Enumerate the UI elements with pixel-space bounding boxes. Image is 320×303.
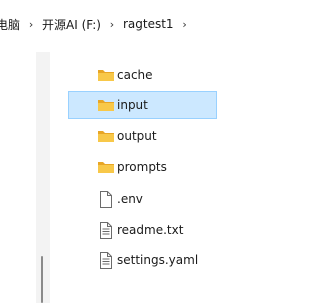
file-name: readme.txt (117, 223, 184, 237)
file-item-env[interactable]: .env (68, 185, 217, 213)
chevron-right-icon[interactable]: › (22, 18, 40, 31)
file-name: cache (117, 68, 153, 82)
file-name: input (117, 98, 148, 112)
file-item-output[interactable]: output (68, 122, 217, 150)
chevron-right-icon[interactable]: › (103, 18, 121, 31)
navigation-scrollbar[interactable] (41, 256, 43, 303)
text-file-icon (97, 251, 115, 269)
file-name: prompts (117, 160, 167, 174)
file-list: cache input output prompts .env readme.t… (50, 52, 281, 303)
folder-icon (97, 128, 115, 144)
file-explorer-window: 电脑 › 开源AI (F:) › ragtest1 › cache input … (0, 0, 281, 303)
file-item-settings[interactable]: settings.yaml (68, 246, 217, 274)
folder-icon (97, 67, 115, 83)
file-item-readme[interactable]: readme.txt (68, 216, 217, 244)
file-name: output (117, 129, 157, 143)
file-item-prompts[interactable]: prompts (68, 153, 217, 181)
pane-divider[interactable] (36, 52, 50, 303)
breadcrumb-item-this-pc[interactable]: 电脑 (0, 16, 22, 33)
text-file-icon (97, 221, 115, 239)
file-name: settings.yaml (117, 253, 199, 267)
file-item-input[interactable]: input (68, 91, 217, 119)
file-item-cache[interactable]: cache (68, 61, 217, 89)
blank-file-icon (97, 190, 115, 208)
navigation-pane[interactable] (0, 52, 36, 303)
file-name: .env (117, 192, 143, 206)
breadcrumb-item-drive[interactable]: 开源AI (F:) (40, 16, 103, 33)
breadcrumb-item-folder[interactable]: ragtest1 (121, 17, 176, 31)
breadcrumb: 电脑 › 开源AI (F:) › ragtest1 › (0, 0, 281, 48)
folder-icon (97, 97, 115, 113)
folder-icon (97, 159, 115, 175)
chevron-right-icon[interactable]: › (176, 18, 194, 31)
